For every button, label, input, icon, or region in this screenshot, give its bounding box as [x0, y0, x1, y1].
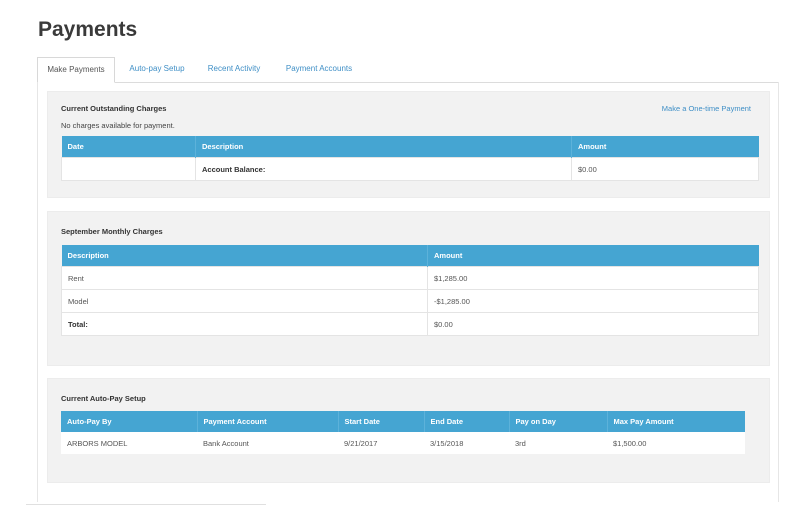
column-header: Description	[195, 136, 572, 158]
no-charges-note: No charges available for payment.	[61, 121, 175, 130]
table-row: ARBORS MODEL Bank Account 9/21/2017 3/15…	[61, 432, 745, 454]
pay-on-day-cell: 3rd	[509, 432, 607, 454]
monthly-charges-panel: September Monthly Charges Description Am…	[47, 211, 770, 366]
table-row: Account Balance: $0.00	[61, 157, 759, 181]
autopay-by-cell: ARBORS MODEL	[61, 432, 197, 454]
description-cell: Model	[61, 289, 428, 313]
footer-divider	[26, 504, 266, 505]
column-header: Auto-Pay By	[61, 411, 198, 432]
column-header: Date	[61, 136, 196, 158]
amount-cell: $1,285.00	[427, 266, 759, 290]
max-pay-amount-cell: $1,500.00	[607, 432, 745, 454]
table-row: Model -$1,285.00	[61, 289, 759, 313]
payment-account-cell: Bank Account	[197, 432, 338, 454]
column-header: End Date	[424, 411, 510, 432]
page-title: Payments	[38, 18, 138, 41]
table-row: Total: $0.00	[61, 312, 759, 336]
table-header-row: Auto-Pay By Payment Account Start Date E…	[61, 411, 745, 432]
column-header: Max Pay Amount	[607, 411, 745, 432]
column-header: Pay on Day	[509, 411, 608, 432]
total-amount-cell: $0.00	[427, 312, 759, 336]
description-cell: Rent	[61, 266, 428, 290]
start-date-cell: 9/21/2017	[338, 432, 424, 454]
autopay-setup-table: Auto-Pay By Payment Account Start Date E…	[61, 411, 745, 454]
tab-recent-activity[interactable]: Recent Activity	[201, 57, 267, 81]
autopay-setup-title: Current Auto-Pay Setup	[61, 394, 146, 403]
end-date-cell: 3/15/2018	[424, 432, 509, 454]
autopay-setup-panel: Current Auto-Pay Setup Auto-Pay By Payme…	[47, 378, 770, 483]
one-time-payment-link[interactable]: Make a One-time Payment	[662, 104, 751, 113]
outstanding-charges-panel: Current Outstanding Charges Make a One-t…	[47, 91, 770, 198]
column-header: Payment Account	[197, 411, 339, 432]
table-header-row: Description Amount	[61, 245, 759, 267]
column-header: Amount	[571, 136, 759, 158]
amount-cell: $0.00	[571, 157, 759, 181]
column-header: Amount	[427, 245, 759, 267]
column-header: Description	[61, 245, 428, 267]
tab-bar: Make Payments Auto-pay Setup Recent Acti…	[37, 57, 779, 83]
column-header: Start Date	[338, 411, 425, 432]
monthly-charges-table: Description Amount Rent $1,285.00 Model …	[61, 245, 759, 336]
total-label-cell: Total:	[61, 312, 428, 336]
tab-make-payments[interactable]: Make Payments	[37, 57, 115, 83]
outstanding-charges-title: Current Outstanding Charges	[61, 104, 167, 113]
date-cell	[61, 157, 196, 181]
description-cell: Account Balance:	[195, 157, 572, 181]
tab-auto-pay-setup[interactable]: Auto-pay Setup	[121, 57, 193, 81]
table-header-row: Date Description Amount	[61, 136, 759, 158]
amount-cell: -$1,285.00	[427, 289, 759, 313]
outstanding-charges-table: Date Description Amount Account Balance:…	[61, 136, 759, 181]
monthly-charges-title: September Monthly Charges	[61, 227, 163, 236]
tab-payment-accounts[interactable]: Payment Accounts	[277, 57, 361, 81]
table-row: Rent $1,285.00	[61, 266, 759, 290]
